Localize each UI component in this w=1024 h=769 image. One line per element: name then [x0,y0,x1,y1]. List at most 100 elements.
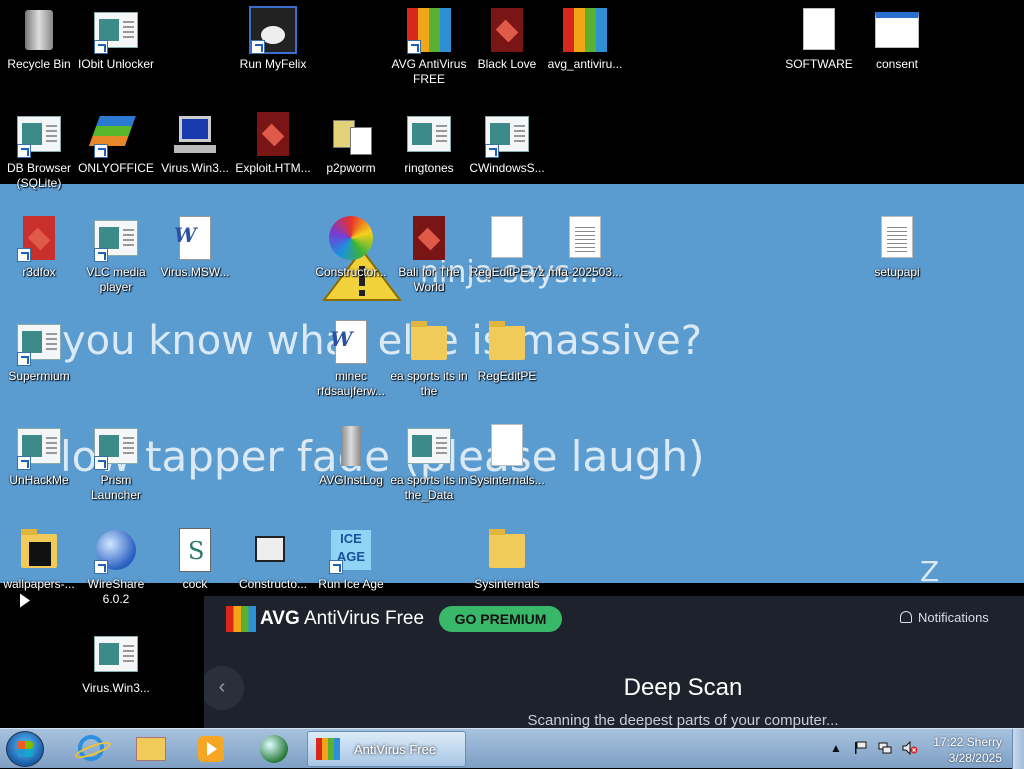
desktop-icon-software[interactable]: SOFTWARE [780,6,858,72]
show-hidden-icons-button[interactable]: ▲ [830,741,846,757]
app-icon [15,318,63,366]
go-premium-button[interactable]: GO PREMIUM [439,606,562,632]
desktop-icon-label: consent [875,57,919,71]
network-icon[interactable] [878,741,894,757]
desktop-icon-constructor-b[interactable]: Constructo... [234,526,312,592]
desktop-icon-p2pworm[interactable]: p2pworm [312,110,390,176]
desktop-icon-constructor-a[interactable]: Constructor... [312,214,390,280]
desktop-icon-label: Exploit.HTM... [235,161,311,175]
word-doc-icon [171,214,219,262]
text-doc-icon [873,214,921,262]
avg-brand-bold: AVG [260,608,300,629]
taskbar-internet-explorer[interactable] [64,731,116,767]
desktop-icon-r3dfox[interactable]: r3dfox [0,214,78,280]
desktop-icon-label: Run MyFelix [239,57,307,71]
film-icon [249,526,297,574]
desktop-icon-ringtones[interactable]: ringtones [390,110,468,176]
desktop-icon-iobit-unlocker[interactable]: IObit Unlocker [77,6,155,72]
desktop-icon-sysinternals-folder[interactable]: Sysinternals [468,526,546,592]
desktop-icon-label: wallpapers-... [3,577,75,591]
desktop-icon-supermium[interactable]: Supermium [0,318,78,384]
media-player-icon [198,736,224,762]
desktop-icon-virus-win3-a[interactable]: Virus.Win3... [156,110,234,176]
start-button[interactable] [6,731,44,767]
desktop-icon-mfa[interactable]: mfa-202503... [546,214,624,280]
avg-icon [405,6,453,54]
desktop-icon-label: Supermium [8,369,70,383]
taskbar-window-label: AntiVirus Free [354,742,437,757]
desktop-icon-avginstlog[interactable]: AVGInstLog [312,422,390,488]
desktop-icon-label: ea sports its in the_Data [390,473,468,502]
swirl-icon [327,214,375,262]
desktop-icon-exploit-htm[interactable]: Exploit.HTM... [234,110,312,176]
bell-icon [900,611,912,623]
taskbar-file-explorer[interactable] [124,731,176,767]
desktop-icon-cock[interactable]: cock [156,526,234,592]
desktop-icon-regeditpe-folder[interactable]: RegEditPE [468,318,546,384]
desktop-icon-setupapi[interactable]: setupapi [858,214,936,280]
word-doc-icon [327,318,375,366]
desktop-icon-label: Black Love [477,57,537,71]
script-icon [171,526,219,574]
desktop-icon-cwindows[interactable]: CWindowsS... [468,110,546,176]
desktop-icon-label: Sysinternals [474,577,540,591]
desktop-icon-prism-launcher[interactable]: Prism Launcher [77,422,155,503]
window-icon [873,6,921,54]
desktop-icon-recycle-bin[interactable]: Recycle Bin [0,6,78,72]
desktop-icon-regeditpe-7z[interactable]: RegEditPE.7z [468,214,546,280]
desktop-icon-label: AVG AntiVirus FREE [391,57,467,86]
cat-icon [249,6,297,54]
clock-time[interactable]: 17:22 Sherry [930,735,1002,749]
desktop-icon-wallpapers[interactable]: wallpapers-... [0,526,78,592]
desktop-icon-label: ringtones [404,161,454,175]
desktop-icon-avg-antivirus[interactable]: AVG AntiVirus FREE [390,6,468,87]
avg-antivirus-window[interactable]: AVG AntiVirus Free GO PREMIUM Notificati… [204,596,1024,728]
desktop-icon-vlc[interactable]: VLC media player [77,214,155,295]
notifications-button[interactable]: Notifications [900,610,989,625]
desktop-icon-virus-win3-b[interactable]: Virus.Win3... [77,630,155,696]
desktop-icon-unhackme[interactable]: UnHackMe [0,422,78,488]
desktop-icon-db-browser[interactable]: DB Browser (SQLite) [0,110,78,191]
server-icon [327,422,375,470]
red-file-icon [405,214,453,262]
desktop-icon-virus-msw[interactable]: Virus.MSW... [156,214,234,280]
taskbar-media-player[interactable] [184,731,236,767]
desktop-icon-run-myfelix[interactable]: Run MyFelix [234,6,312,72]
clock-date[interactable]: 3/28/2025 [930,751,1002,765]
flag-icon[interactable] [854,741,870,757]
system-tray: ▲ [830,737,930,761]
desktop-icon-onlyoffice[interactable]: ONLYOFFICE [77,110,155,176]
internet-explorer-icon [78,735,104,761]
red-file-icon [483,6,531,54]
desktop-icon-label: mfa-202503... [547,265,623,279]
folder-icon [483,526,531,574]
show-desktop-button[interactable] [1012,729,1024,769]
taskbar-avg-window[interactable]: AntiVirus Free [307,731,466,767]
desktop-icon-label: Recycle Bin [7,57,71,71]
desktop-icon-consent[interactable]: consent [858,6,936,72]
desktop-icon-bali[interactable]: Bali for The World [390,214,468,295]
desktop-icon-ea-sports-folder[interactable]: ea sports its in the [390,318,468,399]
volume-muted-icon[interactable] [902,740,918,757]
red-file-icon [15,214,63,262]
folder-icon [483,318,531,366]
desktop-icon-label: minec rfdsaujferw... [316,369,386,398]
text-doc-icon [561,214,609,262]
scan-subtitle: Scanning the deepest parts of your compu… [527,712,839,728]
globe-icon [92,526,140,574]
app-icon [483,110,531,158]
desktop-icon-label: setupapi [874,265,920,279]
desktop-icon-sysinternals-file[interactable]: Sysinternals... [468,422,546,488]
desktop-icon-avg-installer[interactable]: avg_antiviru... [546,6,624,72]
app-icon [92,214,140,262]
desktop-icon-label: Run Ice Age [318,577,384,591]
desktop-icon-minec[interactable]: minec rfdsaujferw... [312,318,390,399]
desktop-icon-run-ice-age[interactable]: ICE AGE Run Ice Age [312,526,390,592]
desktop-icon-label: DB Browser (SQLite) [6,161,71,190]
desktop-icon-wireshare[interactable]: WireShare 6.0.2 [77,526,155,607]
taskbar-browser[interactable] [248,731,300,767]
notifications-label: Notifications [918,610,989,625]
desktop-icon-label: Bali for The World [398,265,460,294]
desktop-icon-ea-sports-data[interactable]: ea sports its in the_Data [390,422,468,503]
desktop-icon-black-love[interactable]: Black Love [468,6,546,72]
